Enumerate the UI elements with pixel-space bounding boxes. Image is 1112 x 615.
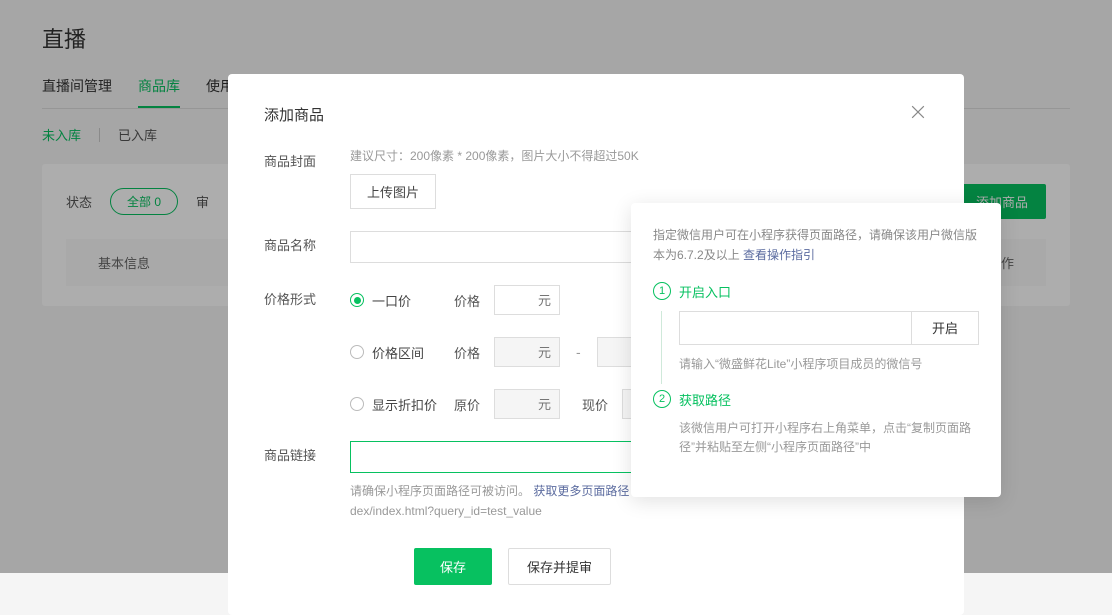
- sublabel-price-range: 价格: [454, 343, 480, 362]
- cover-hint: 建议尺寸：200像素 * 200像素，图片大小不得超过50K: [350, 147, 928, 164]
- step-2-header: 2 获取路径: [653, 390, 979, 409]
- radio-icon: [350, 293, 364, 307]
- label-cover: 商品封面: [264, 147, 350, 170]
- close-icon[interactable]: [908, 102, 928, 127]
- view-guide-link[interactable]: 查看操作指引: [743, 248, 815, 262]
- step-2-hint: 该微信用户可打开小程序右上角菜单，点击“复制页面路径”并粘贴至左侧“小程序页面路…: [679, 419, 979, 457]
- label-link: 商品链接: [264, 441, 350, 464]
- step-1-hint: 请输入“微盛鲜花Lite”小程序项目成员的微信号: [679, 355, 979, 374]
- radio-discount[interactable]: 显示折扣价: [350, 395, 440, 414]
- radio-price-range[interactable]: 价格区间: [350, 343, 440, 362]
- save-and-submit-button[interactable]: 保存并提审: [508, 548, 611, 585]
- upload-image-button[interactable]: 上传图片: [350, 174, 436, 209]
- radio-icon: [350, 345, 364, 359]
- popover-intro: 指定微信用户可在小程序获得页面路径，请确保该用户微信版本为6.7.2及以上 查看…: [653, 225, 979, 266]
- orig-price-input[interactable]: [494, 389, 560, 419]
- radio-fixed-price[interactable]: 一口价: [350, 291, 440, 310]
- open-button[interactable]: 开启: [911, 311, 979, 345]
- step-2-body: 该微信用户可打开小程序右上角菜单，点击“复制页面路径”并粘贴至左侧“小程序页面路…: [653, 419, 979, 473]
- label-name: 商品名称: [264, 231, 350, 254]
- radio-fixed-label: 一口价: [372, 291, 411, 310]
- range-low-input[interactable]: [494, 337, 560, 367]
- radio-discount-label: 显示折扣价: [372, 395, 437, 414]
- step-2-title: 获取路径: [679, 390, 731, 409]
- sublabel-price: 价格: [454, 291, 480, 310]
- step-1-badge: 1: [653, 282, 671, 300]
- radio-range-label: 价格区间: [372, 343, 424, 362]
- link-help-c: dex/index.html?query_id=test_value: [350, 504, 542, 518]
- link-help-a: 请确保小程序页面路径可被访问。: [350, 484, 530, 498]
- save-button[interactable]: 保存: [414, 548, 492, 585]
- sublabel-orig: 原价: [454, 395, 480, 414]
- step-1-header: 1 开启入口: [653, 282, 979, 301]
- radio-icon: [350, 397, 364, 411]
- modal-actions: 保存 保存并提审: [264, 548, 928, 585]
- wechat-id-input[interactable]: [679, 311, 911, 345]
- step-1-title: 开启入口: [679, 282, 731, 301]
- step-2-badge: 2: [653, 390, 671, 408]
- fixed-price-input[interactable]: [494, 285, 560, 315]
- sublabel-now: 现价: [582, 395, 608, 414]
- step-1-body: 开启 请输入“微盛鲜花Lite”小程序项目成员的微信号: [653, 311, 979, 390]
- range-dash: -: [576, 344, 581, 360]
- modal-title: 添加商品: [264, 104, 324, 125]
- label-price-type: 价格形式: [264, 285, 350, 308]
- path-guide-popover: 指定微信用户可在小程序获得页面路径，请确保该用户微信版本为6.7.2及以上 查看…: [631, 203, 1001, 497]
- get-more-path-link[interactable]: 获取更多页面路径: [533, 484, 629, 498]
